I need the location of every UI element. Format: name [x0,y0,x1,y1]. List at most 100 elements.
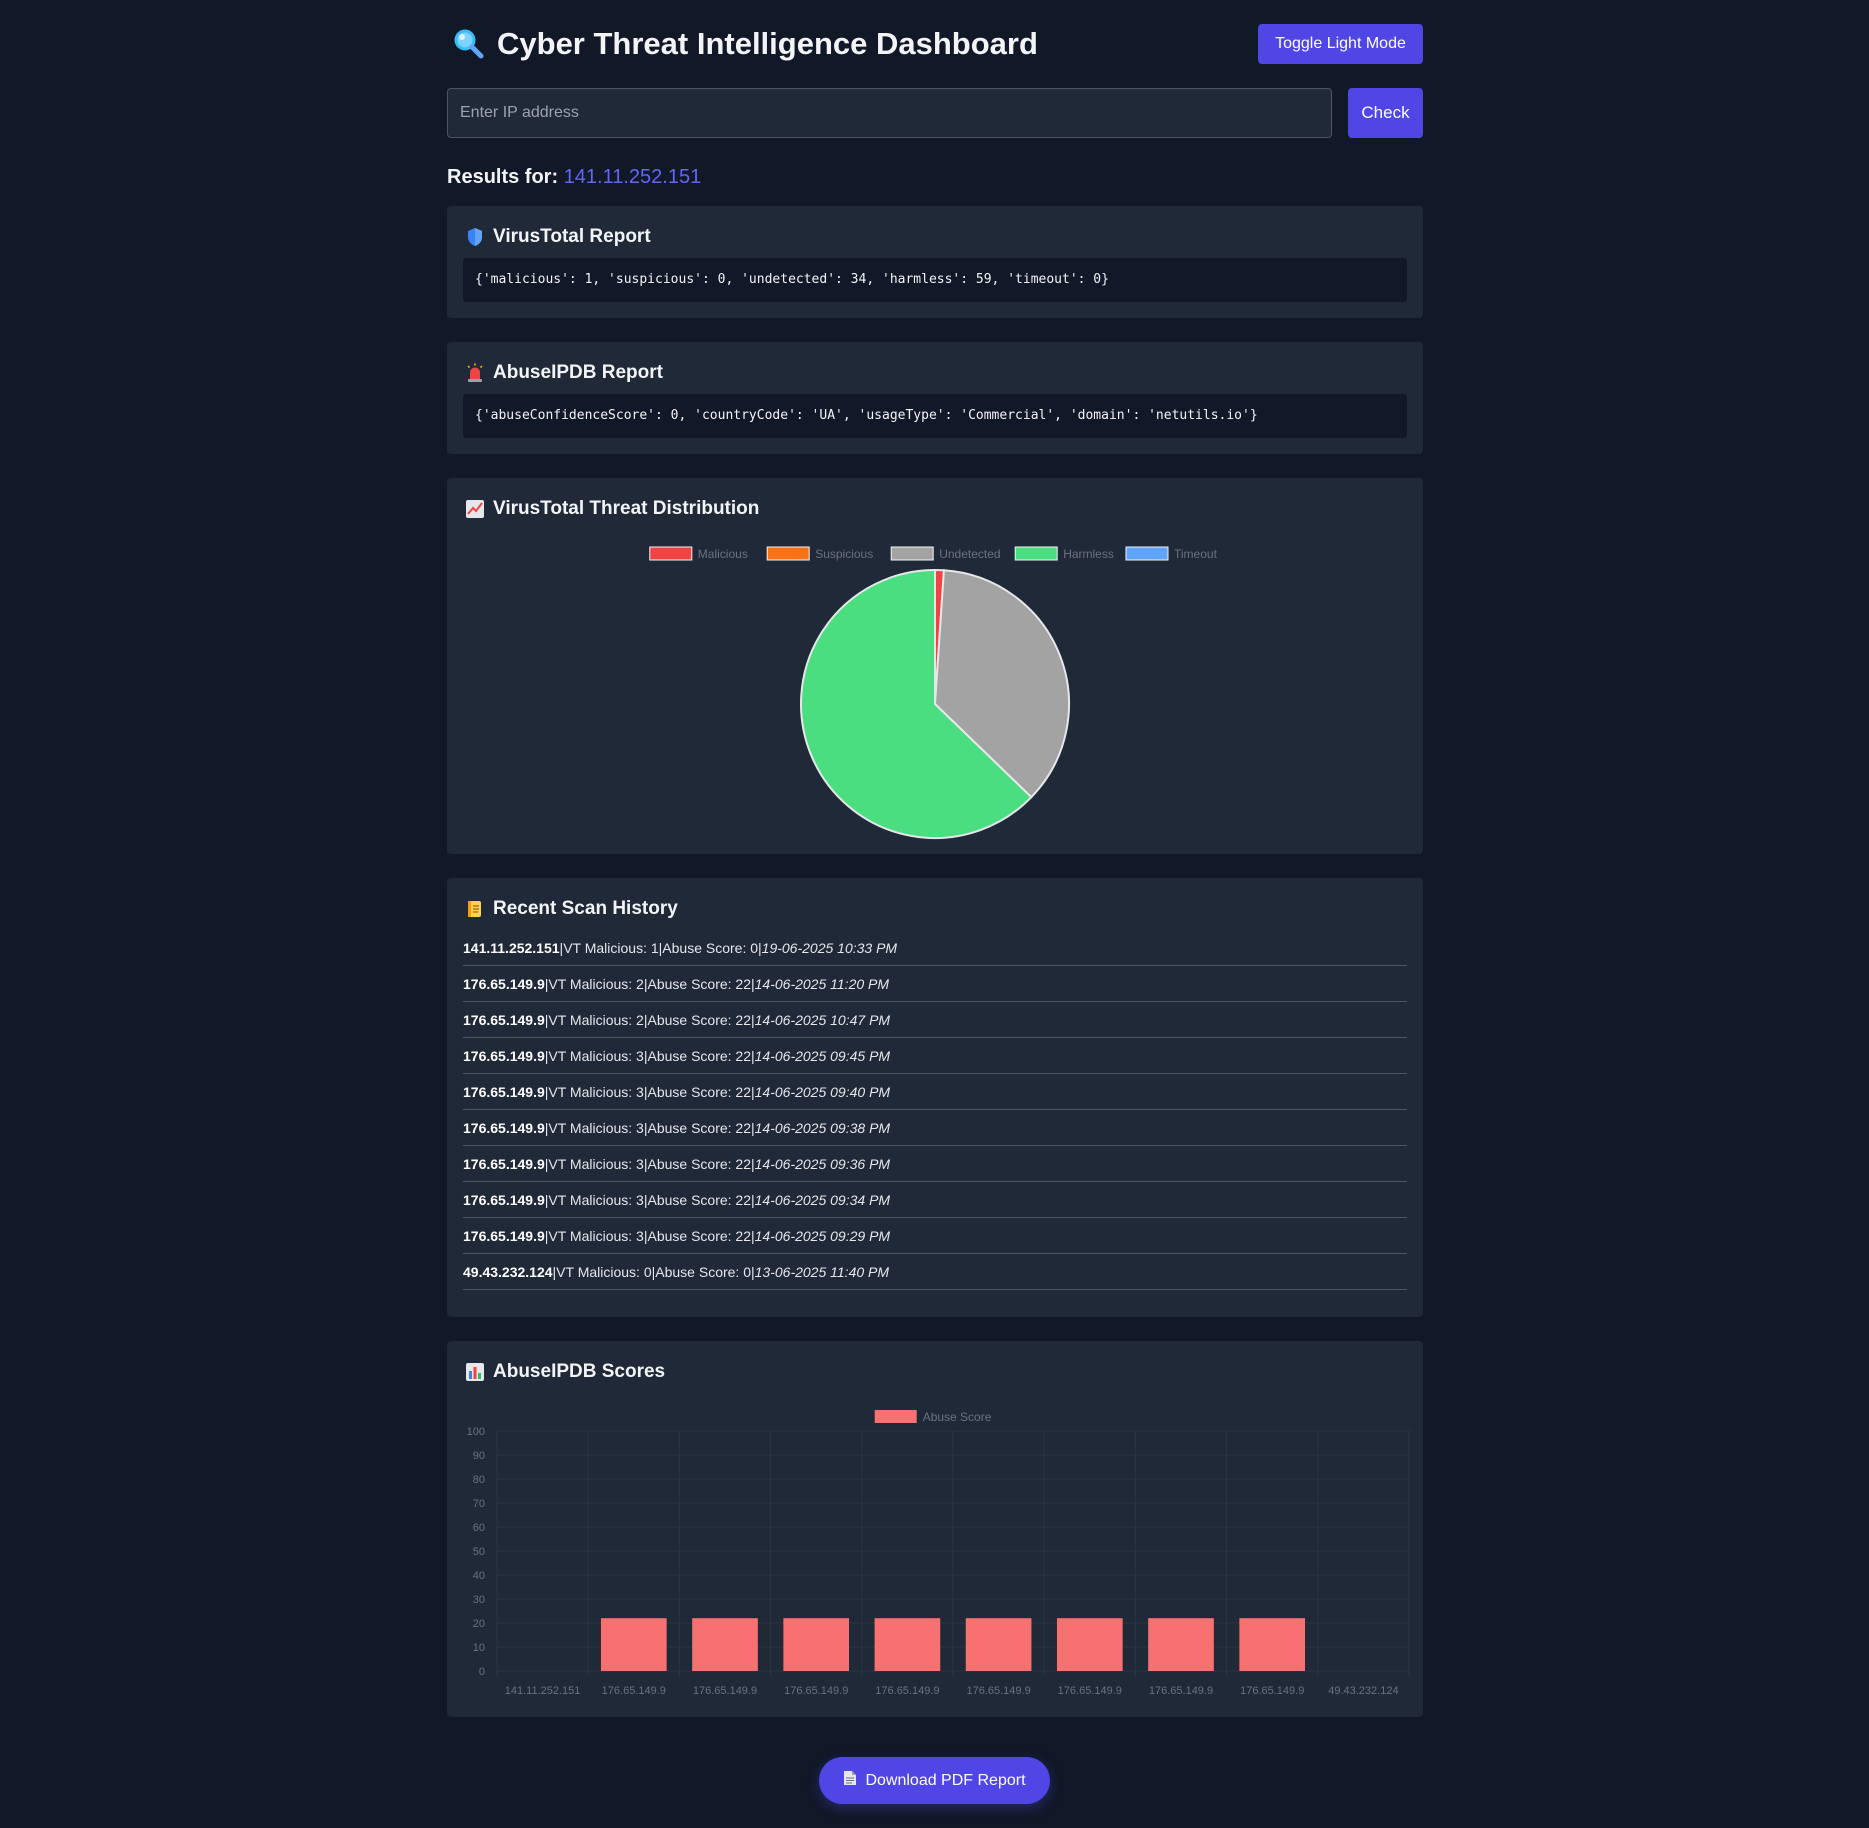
bar-x-tick-label: 176.65.149.9 [1149,1685,1213,1697]
history-time: 14-06-2025 11:20 PM [754,976,890,992]
history-ip: 176.65.149.9 [463,1120,545,1136]
history-item: 176.65.149.9 | VT Malicious: 3 | Abuse S… [463,1182,1407,1218]
results-label: Results for: [447,166,559,188]
history-item: 141.11.252.151 | VT Malicious: 1 | Abuse… [463,930,1407,966]
siren-icon [465,363,485,383]
bar-y-tick-label: 40 [473,1570,485,1582]
pie-legend-swatch [1125,546,1169,561]
pie-legend-swatch [649,546,693,561]
virustotal-raw: {'malicious': 1, 'suspicious': 0, 'undet… [463,258,1407,302]
history-time: 14-06-2025 09:45 PM [754,1048,891,1064]
bar-x-tick-label: 141.11.252.151 [505,1685,581,1697]
scroll-icon [465,899,485,919]
history-item: 176.65.149.9 | VT Malicious: 2 | Abuse S… [463,966,1407,1002]
header: Cyber Threat Intelligence Dashboard Togg… [447,22,1423,68]
history-time: 14-06-2025 09:40 PM [754,1084,891,1100]
pie-legend-swatch [766,546,810,561]
history-time: 14-06-2025 09:38 PM [754,1120,891,1136]
shield-icon [465,227,485,247]
history-item: 176.65.149.9 | VT Malicious: 2 | Abuse S… [463,1002,1407,1038]
bar-x-tick-label: 176.65.149.9 [784,1685,848,1697]
bar-legend-label: Abuse Score [923,1410,992,1424]
pie-legend-item: Harmless [1014,546,1114,561]
pie-legend-label: Timeout [1174,547,1218,561]
threat-pie-chart: Malicious Suspicious Undetected Harmless Tim… [649,546,1218,839]
bar-x-tick-label: 176.65.149.9 [1058,1685,1122,1697]
abuseipdb-raw: {'abuseConfidenceScore': 0, 'countryCode… [463,394,1407,438]
pie-legend-label: Undetected [939,547,1000,561]
pie-legend-label: Suspicious [815,547,873,561]
bar-y-tick-label: 80 [473,1474,485,1486]
abuse-score-bar [692,1618,758,1671]
magnifier-icon [451,27,485,61]
history-ip: 176.65.149.9 [463,1228,545,1244]
bar-x-tick-label: 49.43.232.124 [1328,1685,1398,1697]
download-pdf-label: Download PDF Report [865,1771,1026,1789]
document-icon [843,1770,857,1791]
ip-address-input[interactable] [447,88,1332,138]
bar-y-tick-label: 70 [473,1498,485,1510]
pie-legend-item: Malicious [649,546,748,561]
pie-legend-swatch [1014,546,1058,561]
results-heading: Results for: 141.11.252.151 [447,166,701,189]
bar-y-tick-label: 20 [473,1618,485,1630]
history-time: 19-06-2025 10:33 PM [761,940,898,956]
check-button[interactable]: Check [1348,88,1423,138]
abuse-score-bar [783,1618,850,1671]
history-time: 14-06-2025 09:34 PM [754,1192,891,1208]
abuseipdb-title: AbuseIPDB Report [493,362,663,383]
abuse-score-bar [1056,1618,1123,1671]
download-pdf-button[interactable]: Download PDF Report [819,1757,1050,1804]
bar-y-tick-label: 90 [473,1450,485,1462]
bar-y-tick-label: 100 [467,1426,485,1438]
bar-x-tick-label: 176.65.149.9 [602,1685,666,1697]
history-item: 176.65.149.9 | VT Malicious: 3 | Abuse S… [463,1110,1407,1146]
bar-x-tick-label: 176.65.149.9 [693,1685,757,1697]
history-list: 141.11.252.151 | VT Malicious: 1 | Abuse… [463,930,1407,1290]
scores-card: AbuseIPDB Scores Abuse Score 0 10 20 30 40 50 6… [447,1341,1423,1717]
abuse-score-bar [874,1618,941,1671]
history-item: 49.43.232.124 | VT Malicious: 0 | Abuse … [463,1254,1407,1290]
abuseipdb-title-row: AbuseIPDB Report [465,362,663,384]
history-ip: 176.65.149.9 [463,1192,545,1208]
pie-legend-item: Undetected [890,546,1001,561]
abuse-score-bar [600,1618,667,1671]
search-row: Check [447,88,1423,138]
distribution-card: VirusTotal Threat Distribution Malicious… [447,478,1423,854]
history-time: 14-06-2025 09:29 PM [754,1228,891,1244]
history-item: 176.65.149.9 | VT Malicious: 3 | Abuse S… [463,1074,1407,1110]
history-ip: 176.65.149.9 [463,1012,545,1028]
bar-x-tick-label: 176.65.149.9 [875,1685,939,1697]
history-ip: 176.65.149.9 [463,976,545,992]
history-time: 14-06-2025 10:47 PM [754,1012,891,1028]
history-ip: 176.65.149.9 [463,1156,545,1172]
pie-legend-item: Suspicious [766,546,873,561]
bar-x-tick-label: 176.65.149.9 [1240,1685,1304,1697]
toggle-light-mode-button[interactable]: Toggle Light Mode [1258,24,1423,64]
virustotal-title: VirusTotal Report [493,226,651,247]
virustotal-card: VirusTotal Report {'malicious': 1, 'susp… [447,206,1423,318]
history-time: 13-06-2025 11:40 PM [754,1264,890,1280]
bar-y-tick-label: 0 [479,1666,485,1678]
history-item: 176.65.149.9 | VT Malicious: 3 | Abuse S… [463,1218,1407,1254]
pie-legend-label: Harmless [1063,547,1114,561]
abuse-score-bar [1148,1618,1214,1671]
abuse-score-bar [1239,1618,1306,1671]
pie-legend-item: Timeout [1125,546,1218,561]
history-title-row: Recent Scan History [465,898,678,920]
history-ip: 176.65.149.9 [463,1084,545,1100]
bar-y-tick-label: 10 [473,1642,485,1654]
history-item: 176.65.149.9 | VT Malicious: 3 | Abuse S… [463,1146,1407,1182]
bar-y-tick-label: 30 [473,1594,485,1606]
bar-legend-item: Abuse Score [874,1410,992,1424]
results-ip: 141.11.252.151 [563,166,702,188]
virustotal-title-row: VirusTotal Report [465,226,651,248]
history-title: Recent Scan History [493,898,678,919]
abuse-score-bar [965,1618,1032,1671]
history-card: Recent Scan History 141.11.252.151 | VT … [447,878,1423,1317]
page-title: Cyber Threat Intelligence Dashboard [497,26,1038,61]
bar-y-tick-label: 50 [473,1546,485,1558]
history-ip: 49.43.232.124 [463,1264,553,1280]
bar-legend-swatch [874,1410,917,1423]
history-ip: 176.65.149.9 [463,1048,545,1064]
